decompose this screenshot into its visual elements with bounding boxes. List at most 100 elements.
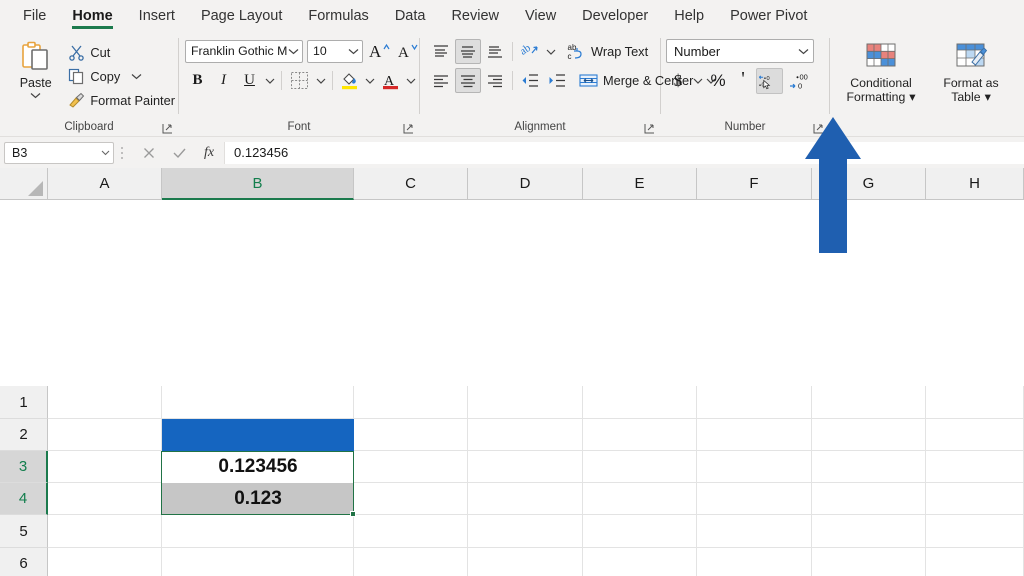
cell-A3[interactable] [48,451,162,483]
cell-E2[interactable] [583,419,697,451]
underline-dropdown[interactable] [263,68,277,93]
formula-bar-resize-handle[interactable] [114,142,130,164]
cell-H1[interactable] [926,386,1024,419]
column-header-H[interactable]: H [926,168,1024,200]
cell-G3[interactable] [812,451,926,483]
underline-button[interactable]: U [237,68,262,93]
chevron-down-icon[interactable] [30,92,41,99]
fill-color-dropdown[interactable] [363,68,377,93]
insert-function-button[interactable]: fx [194,142,224,164]
align-right-button[interactable] [482,68,508,93]
cell-C3[interactable] [354,451,468,483]
cell-A1[interactable] [48,386,162,419]
cell-D5[interactable] [468,515,583,548]
cell-B6[interactable] [162,548,354,576]
cell-G4[interactable] [812,483,926,515]
chevron-down-icon[interactable] [348,48,359,55]
alignment-dialog-launcher[interactable] [644,123,655,134]
ribbon-tab-power-pivot[interactable]: Power Pivot [717,3,820,30]
decrease-decimal-button[interactable]: 0 0 [756,68,783,94]
column-header-G[interactable]: G [812,168,926,200]
ribbon-tab-page-layout[interactable]: Page Layout [188,3,295,30]
ribbon-tab-data[interactable]: Data [382,3,439,30]
cell-A6[interactable] [48,548,162,576]
cell-H5[interactable] [926,515,1024,548]
cell-A2[interactable] [48,419,162,451]
ribbon-tab-view[interactable]: View [512,3,569,30]
percent-format-button[interactable]: % [706,68,730,94]
cell-C6[interactable] [354,548,468,576]
cell-B1[interactable] [162,386,354,419]
cell-C1[interactable] [354,386,468,419]
cell-G6[interactable] [812,548,926,576]
cell-F3[interactable] [697,451,812,483]
clipboard-dialog-launcher[interactable] [162,123,173,134]
ribbon-tab-review[interactable]: Review [438,3,512,30]
ribbon-tab-formulas[interactable]: Formulas [295,3,381,30]
currency-dropdown[interactable] [691,69,705,94]
formula-input[interactable]: 0.123456 [224,141,1024,164]
bold-button[interactable]: B [185,68,210,93]
font-size-input[interactable]: 10 [307,39,363,63]
cell-D1[interactable] [468,386,583,419]
format-as-table-button[interactable]: Format as Table ▾ [930,39,1012,104]
cell-D3[interactable] [468,451,583,483]
borders-button[interactable] [286,68,313,93]
column-header-B[interactable]: B [162,168,354,200]
borders-dropdown[interactable] [314,68,328,93]
cell-E3[interactable] [583,451,697,483]
cell-F6[interactable] [697,548,812,576]
cell-H4[interactable] [926,483,1024,515]
column-header-E[interactable]: E [583,168,697,200]
cell-A5[interactable] [48,515,162,548]
row-header-5[interactable]: 5 [0,515,48,548]
cell-B4[interactable]: 0.123 [162,483,354,515]
cell-D6[interactable] [468,548,583,576]
conditional-formatting-button[interactable]: Conditional Formatting ▾ [840,39,922,104]
cell-H6[interactable] [926,548,1024,576]
ribbon-tab-file[interactable]: File [10,3,59,30]
cell-C5[interactable] [354,515,468,548]
increase-font-size-button[interactable]: A [367,39,392,63]
column-header-F[interactable]: F [697,168,812,200]
select-all-button[interactable] [0,168,48,200]
cell-C4[interactable] [354,483,468,515]
ribbon-tab-help[interactable]: Help [661,3,717,30]
align-top-button[interactable] [428,39,454,64]
confirm-edit-button[interactable] [164,142,194,164]
number-dialog-launcher[interactable] [813,123,824,134]
italic-button[interactable]: I [211,68,236,93]
ribbon-tab-insert[interactable]: Insert [126,3,188,30]
align-left-button[interactable] [428,68,454,93]
cell-D4[interactable] [468,483,583,515]
paste-button[interactable]: Paste [8,39,63,99]
cell-D2[interactable] [468,419,583,451]
cell-E4[interactable] [583,483,697,515]
cell-F5[interactable] [697,515,812,548]
decrease-font-size-button[interactable]: A [396,39,421,63]
decrease-indent-button[interactable] [517,68,543,93]
cell-A4[interactable] [48,483,162,515]
ribbon-tab-developer[interactable]: Developer [569,3,661,30]
wrap-text-button[interactable]: ab c Wrap Text [563,39,652,64]
number-format-select[interactable]: Number [666,39,814,63]
cell-C2[interactable] [354,419,468,451]
increase-indent-button[interactable] [544,68,570,93]
format-painter-button[interactable]: Format Painter [65,89,178,111]
row-header-4[interactable]: 4 [0,483,48,515]
row-header-2[interactable]: 2 [0,419,48,451]
copy-button[interactable]: Copy [65,65,178,87]
cell-G5[interactable] [812,515,926,548]
column-header-D[interactable]: D [468,168,583,200]
cut-button[interactable]: Cut [65,41,178,63]
cancel-edit-button[interactable] [134,142,164,164]
cell-F2[interactable] [697,419,812,451]
font-color-dropdown[interactable] [404,68,418,93]
cell-F4[interactable] [697,483,812,515]
chevron-down-icon[interactable] [131,73,142,80]
align-bottom-button[interactable] [482,39,508,64]
row-header-3[interactable]: 3 [0,451,48,483]
fill-color-button[interactable] [337,68,362,93]
orientation-button[interactable]: ab [517,39,543,64]
font-dialog-launcher[interactable] [403,123,414,134]
